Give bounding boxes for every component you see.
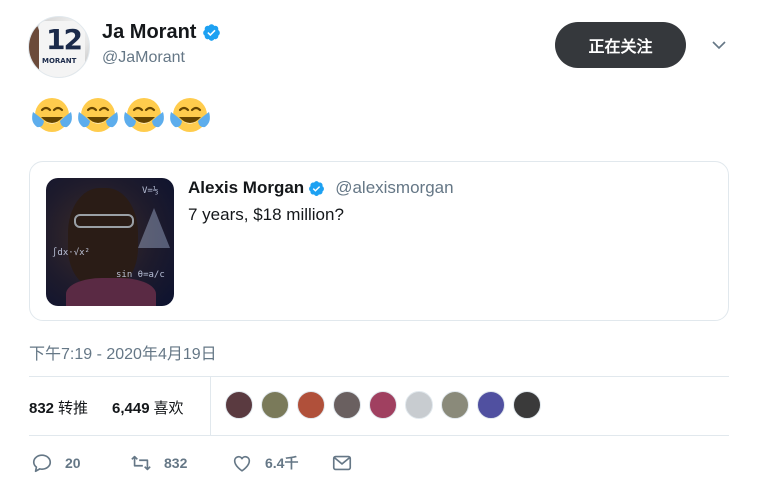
- retweet-count: 832: [164, 455, 188, 471]
- reply-action[interactable]: 20: [31, 452, 81, 474]
- reply-icon: [32, 454, 52, 473]
- liker-avatar[interactable]: [261, 391, 289, 419]
- quoted-author[interactable]: Alexis Morgan @alexismorgan: [188, 178, 454, 198]
- retweets-label: 转推: [58, 400, 89, 417]
- likes-stat[interactable]: 6,449 喜欢: [112, 397, 184, 418]
- retweets-stat[interactable]: 832 转推: [29, 397, 88, 418]
- face-with-tears-of-joy-icon: [32, 98, 72, 132]
- author-display-name[interactable]: Ja Morant: [102, 20, 221, 44]
- likes-count: 6,449: [112, 400, 150, 417]
- author-name-block: Ja Morant @JaMorant: [102, 20, 221, 67]
- envelope-icon: [332, 455, 352, 471]
- tweet-actions: 20 832 6.4千: [29, 446, 729, 482]
- quoted-tweet-card[interactable]: V=⅓ ∫dx·√x² sin θ=a/c Alexis Morgan @ale…: [29, 161, 729, 321]
- liker-avatar[interactable]: [405, 391, 433, 419]
- retweet-icon: [131, 455, 151, 471]
- avatar-math-triangle: [138, 208, 170, 248]
- liker-avatar[interactable]: [513, 391, 541, 419]
- liker-avatar[interactable]: [477, 391, 505, 419]
- author-avatar[interactable]: 12 MORANT: [28, 16, 90, 78]
- author-display-name-text: Ja Morant: [102, 21, 197, 43]
- following-button[interactable]: 正在关注: [555, 22, 686, 68]
- verified-badge-icon: [309, 180, 325, 196]
- avatar-jersey-name: MORANT: [42, 57, 77, 65]
- avatar-math-overlay: ∫dx·√x²: [52, 248, 90, 258]
- like-action[interactable]: 6.4千: [231, 452, 298, 474]
- avatar-shirt: [66, 278, 156, 306]
- liker-avatar[interactable]: [225, 391, 253, 419]
- avatar-glasses: [74, 214, 134, 228]
- share-action[interactable]: [331, 452, 353, 474]
- face-with-tears-of-joy-icon: [124, 98, 164, 132]
- retweets-count: 832: [29, 400, 55, 417]
- author-handle[interactable]: @JaMorant: [102, 49, 221, 67]
- liker-avatars: [225, 391, 541, 419]
- liker-avatar[interactable]: [369, 391, 397, 419]
- face-with-tears-of-joy-icon: [170, 98, 210, 132]
- quoted-tweet-body: Alexis Morgan @alexismorgan 7 years, $18…: [188, 178, 454, 225]
- quoted-tweet-text: 7 years, $18 million?: [188, 205, 344, 224]
- tweet-stats: 832 转推 6,449 喜欢: [29, 377, 729, 435]
- liker-avatar[interactable]: [441, 391, 469, 419]
- quoted-author-name: Alexis Morgan: [188, 178, 305, 197]
- tweet-timestamp[interactable]: 下午7:19 - 2020年4月19日: [29, 340, 217, 364]
- face-with-tears-of-joy-icon: [78, 98, 118, 132]
- retweet-action[interactable]: 832: [130, 452, 187, 474]
- heart-icon: [233, 455, 251, 472]
- quoted-tweet-avatar: V=⅓ ∫dx·√x² sin θ=a/c: [46, 178, 174, 306]
- reply-count: 20: [65, 455, 81, 471]
- avatar-math-overlay: V=⅓: [142, 186, 159, 196]
- chevron-down-icon[interactable]: [710, 36, 728, 54]
- tweet-emoji-row: [30, 94, 212, 136]
- liker-avatar[interactable]: [297, 391, 325, 419]
- liker-avatar[interactable]: [333, 391, 361, 419]
- stats-divider: [210, 377, 211, 435]
- like-count: 6.4千: [265, 455, 299, 471]
- divider: [29, 435, 729, 436]
- verified-badge-icon: [203, 23, 221, 41]
- avatar-jersey-number: 12: [46, 23, 83, 56]
- tweet-header: 12 MORANT Ja Morant @JaMorant 正在关注: [28, 16, 738, 78]
- avatar-math-overlay: sin θ=a/c: [116, 270, 165, 280]
- likes-label: 喜欢: [153, 400, 184, 417]
- quoted-author-handle: @alexismorgan: [335, 178, 454, 197]
